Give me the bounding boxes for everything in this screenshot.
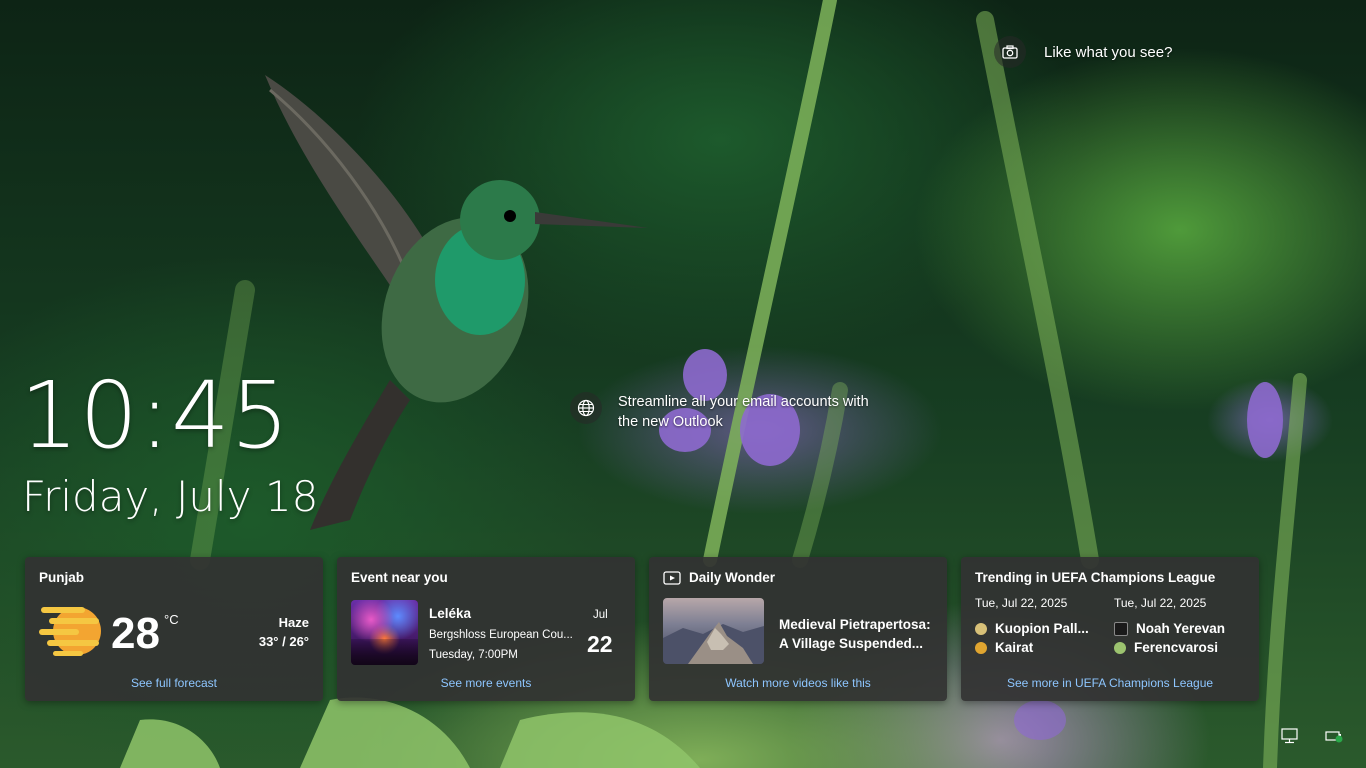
team-badge-icon: [975, 641, 987, 654]
haze-sun-icon: [39, 607, 101, 656]
team-name: Ferencvarosi: [1134, 640, 1219, 655]
watch-more-videos-link[interactable]: Watch more videos like this: [649, 676, 947, 690]
trending-title: Trending in UEFA Champions League: [975, 570, 1216, 585]
team-name: Noah Yerevan: [1136, 621, 1226, 636]
weather-card[interactable]: Punjab 28 °C Haze 33° / 26° See full for…: [25, 557, 323, 701]
event-month: Jul: [593, 609, 608, 621]
wonder-headline-line2: A Village Suspended...: [779, 636, 924, 651]
match-date: Tue, Jul 22, 2025: [1114, 596, 1207, 610]
camera-icon: [994, 36, 1026, 68]
weather-condition: Haze: [278, 615, 309, 630]
team-name: Kuopion Pall...: [995, 621, 1089, 636]
globe-icon: [570, 392, 602, 424]
event-name: Leléka: [429, 606, 472, 621]
event-day: 22: [587, 631, 613, 657]
daily-wonder-card[interactable]: Daily Wonder Medieval Pietrapertosa: A V…: [649, 557, 947, 701]
event-venue: Bergshloss European Cou...: [429, 629, 573, 641]
wonder-thumbnail: [663, 598, 764, 664]
weather-location: Punjab: [39, 570, 85, 585]
temperature: 28: [111, 609, 160, 658]
battery-icon[interactable]: [1325, 728, 1345, 744]
team-badge-icon: [1114, 641, 1126, 654]
leaves: [120, 697, 700, 768]
hummingbird: [265, 75, 648, 530]
match-date: Tue, Jul 22, 2025: [975, 596, 1068, 610]
team-row: Kairat: [975, 638, 1089, 657]
wonder-headline: Medieval Pietrapertosa: A Village Suspen…: [779, 615, 937, 653]
temperature-unit: °C: [164, 612, 179, 627]
team-badge-icon: [1114, 621, 1128, 636]
team-row: Kuopion Pall...: [975, 619, 1089, 638]
team-row: Noah Yerevan: [1114, 619, 1225, 638]
daily-wonder-title: Daily Wonder: [689, 570, 776, 585]
team-name: Kairat: [995, 640, 1034, 655]
see-full-forecast-link[interactable]: See full forecast: [25, 676, 323, 690]
trending-card[interactable]: Trending in UEFA Champions League Tue, J…: [961, 557, 1259, 701]
temperature-range: 33° / 26°: [258, 634, 309, 649]
wonder-headline-line1: Medieval Pietrapertosa:: [779, 617, 931, 632]
team-badge-icon: [975, 622, 987, 635]
event-thumbnail: [351, 600, 418, 665]
event-card-title: Event near you: [351, 570, 448, 585]
event-time: Tuesday, 7:00PM: [429, 649, 518, 661]
lockscreen-date: Friday, July 18: [22, 472, 319, 521]
spotlight-text: Like what you see?: [1044, 43, 1173, 61]
lockscreen-time: 10:45: [20, 362, 291, 469]
match-2[interactable]: Tue, Jul 22, 2025 Noah Yerevan Ferencvar…: [1114, 596, 1225, 657]
match-1[interactable]: Tue, Jul 22, 2025 Kuopion Pall... Kairat: [975, 596, 1089, 657]
network-icon[interactable]: [1281, 728, 1301, 744]
event-card[interactable]: Event near you Leléka Bergshloss Europea…: [337, 557, 635, 701]
see-more-uefa-link[interactable]: See more in UEFA Champions League: [961, 676, 1259, 690]
team-row: Ferencvarosi: [1114, 638, 1225, 657]
video-icon: [663, 571, 681, 585]
promo-text: Streamline all your email accounts with …: [618, 394, 869, 430]
spotlight-like-button[interactable]: Like what you see?: [994, 36, 1172, 68]
outlook-promo[interactable]: Streamline all your email accounts with …: [570, 392, 888, 432]
see-more-events-link[interactable]: See more events: [337, 676, 635, 690]
